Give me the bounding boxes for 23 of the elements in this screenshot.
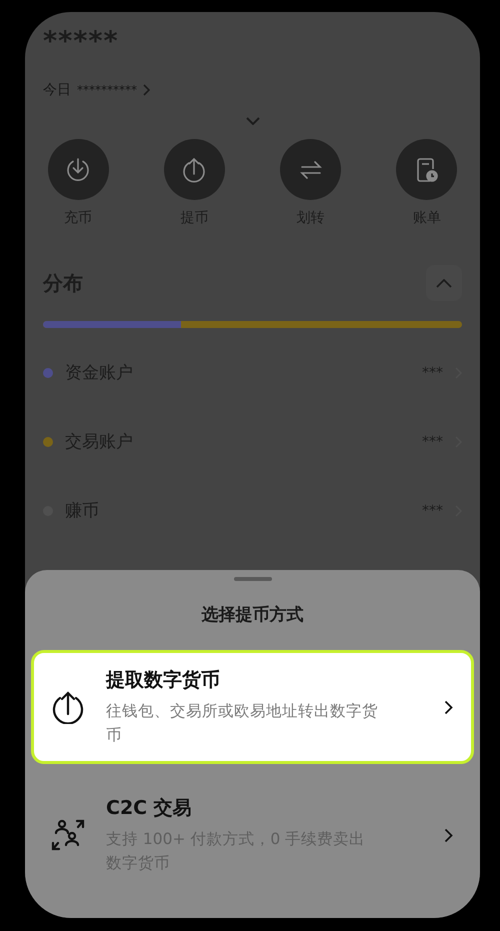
- option-description: 往钱包、交易所或欧易地址转出数字货币: [106, 701, 378, 746]
- chevron-right-icon: [444, 700, 453, 714]
- account-value: ***: [422, 364, 443, 380]
- download-icon: [65, 156, 91, 182]
- account-value: ***: [422, 502, 443, 518]
- upload-icon: [51, 690, 85, 724]
- chevron-down-icon[interactable]: [246, 117, 260, 125]
- upload-icon: [181, 156, 208, 182]
- sheet-title: 选择提币方式: [202, 604, 304, 626]
- transfer-icon: [298, 158, 323, 180]
- hidden-balance: *****: [43, 26, 120, 57]
- today-value: **********: [77, 83, 137, 97]
- option-title: 提取数字货币: [106, 668, 221, 693]
- collapse-button[interactable]: [426, 265, 462, 301]
- drag-handle[interactable]: [234, 577, 272, 581]
- bill-icon: [414, 156, 439, 182]
- chevron-right-icon[interactable]: [143, 84, 150, 96]
- option-title: C2C 交易: [106, 796, 193, 821]
- account-value: ***: [422, 434, 443, 450]
- people-exchange-icon: [51, 819, 85, 851]
- chevron-right-icon: [444, 828, 453, 842]
- chevron-up-icon: [436, 278, 452, 288]
- option-card[interactable]: 提取数字货币 往钱包、交易所或欧易地址转出数字货币: [31, 650, 474, 764]
